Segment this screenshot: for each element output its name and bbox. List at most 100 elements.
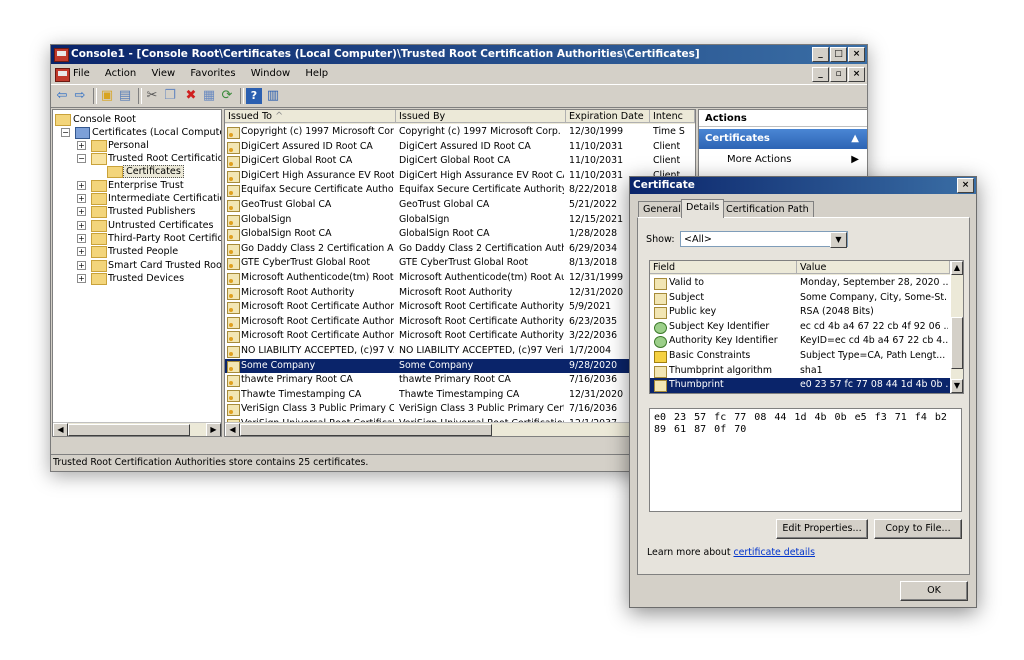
expand-toggle-icon[interactable]: +	[77, 221, 86, 230]
column-intended-purposes[interactable]: Intenc	[650, 110, 695, 123]
table-row[interactable]: thawte Primary Root CA thawte Primary Roo…	[225, 373, 695, 388]
cell-issued-to: Microsoft Root Certificate Authori...	[241, 330, 394, 342]
dialog-titlebar[interactable]: Certificate ×	[630, 177, 976, 194]
tab-certification-path[interactable]: Certification Path	[721, 201, 814, 217]
column-value[interactable]: Value	[797, 261, 950, 274]
more-actions-item[interactable]: More Actions ▶	[699, 152, 867, 168]
help-icon[interactable]: ?	[246, 88, 262, 104]
child-restore-icon[interactable]: ▫	[830, 67, 847, 82]
expand-toggle-icon[interactable]: +	[77, 207, 86, 216]
menu-file[interactable]: File	[73, 68, 90, 79]
column-field[interactable]: Field	[650, 261, 797, 274]
column-expiration-date[interactable]: Expiration Date	[566, 110, 650, 123]
console-title: Console1 - [Console Root\Certificates (L…	[71, 48, 700, 60]
table-row[interactable]: GeoTrust Global CA GeoTrust Global CA 5/21…	[225, 198, 695, 213]
copy-icon[interactable]: ❐	[162, 88, 178, 104]
menu-favorites[interactable]: Favorites	[190, 68, 235, 79]
menu-action[interactable]: Action	[105, 68, 136, 79]
maximize-icon[interactable]: □	[830, 47, 847, 62]
table-row[interactable]: GlobalSign Root CA GlobalSign Root CA 1/28…	[225, 227, 695, 242]
dialog-close-icon[interactable]: ×	[957, 178, 974, 193]
copy-to-file-button[interactable]: Copy to File...	[874, 519, 962, 539]
scroll-thumb[interactable]	[240, 424, 492, 436]
table-row[interactable]: GTE CyberTrust Global Root GTE CyberTrust…	[225, 256, 695, 271]
scroll-left-icon[interactable]: ◀	[225, 423, 240, 436]
properties-icon[interactable]: ▦	[201, 88, 217, 104]
table-row[interactable]: VeriSign Class 3 Public Primary Cer... Ve…	[225, 402, 695, 417]
field-row[interactable]: Authority Key Identifier KeyID=ec cd 4b a…	[650, 334, 950, 349]
refresh-icon[interactable]: ⟳	[219, 88, 235, 104]
field-row[interactable]: Thumbprint e0 23 57 fc 77 08 44 1d 4b 0b …	[650, 378, 950, 393]
scroll-left-icon[interactable]: ◀	[53, 423, 68, 436]
menu-view[interactable]: View	[151, 68, 175, 79]
console-titlebar[interactable]: Console1 - [Console Root\Certificates (L…	[51, 45, 867, 64]
expand-toggle-icon[interactable]: +	[77, 141, 86, 150]
field-list-scrollbar[interactable]: ▲ ▼	[951, 261, 963, 393]
child-minimize-icon[interactable]: _	[812, 67, 829, 82]
field-row[interactable]: Basic Constraints Subject Type=CA, Path L…	[650, 349, 950, 364]
table-row[interactable]: DigiCert High Assurance EV Root CA DigiCe…	[225, 169, 695, 184]
scroll-thumb[interactable]	[68, 424, 190, 436]
scroll-thumb[interactable]	[951, 317, 963, 369]
list-horizontal-scrollbar[interactable]: ◀	[225, 422, 695, 436]
table-row[interactable]: Microsoft Root Certificate Authori... Mic…	[225, 329, 695, 344]
cell-issued-by: GlobalSign	[399, 213, 450, 225]
field-row[interactable]: Subject Key Identifier ec cd 4b a4 67 22 …	[650, 320, 950, 335]
column-issued-to[interactable]: Issued To ^	[225, 110, 396, 123]
dropdown-arrow-icon[interactable]: ▼	[830, 232, 847, 248]
expand-toggle-icon[interactable]: +	[77, 261, 86, 270]
field-row[interactable]: Public key RSA (2048 Bits)	[650, 305, 950, 320]
show-dropdown[interactable]: <All> ▼	[680, 231, 848, 248]
table-row[interactable]: GlobalSign GlobalSign 12/15/2021	[225, 213, 695, 228]
table-row[interactable]: Microsoft Root Certificate Authority Micr…	[225, 300, 695, 315]
console-menu-icon[interactable]	[55, 68, 70, 82]
cut-icon[interactable]: ✂	[144, 88, 160, 104]
scroll-right-icon[interactable]: ▶	[206, 423, 221, 436]
table-row[interactable]: DigiCert Assured ID Root CA DigiCert Assu…	[225, 140, 695, 155]
column-issued-by[interactable]: Issued By	[396, 110, 566, 123]
tab-details[interactable]: Details	[681, 199, 725, 218]
tab-general[interactable]: General	[638, 201, 686, 217]
expand-toggle-icon[interactable]: +	[77, 247, 86, 256]
table-row[interactable]: Some Company Some Company 9/28/2020	[225, 358, 695, 374]
collapse-toggle-icon[interactable]: −	[61, 128, 70, 137]
table-row[interactable]: Copyright (c) 1997 Microsoft Corp. Copyri…	[225, 125, 695, 140]
expand-toggle-icon[interactable]: +	[77, 234, 86, 243]
table-row[interactable]: Microsoft Root Authority Microsoft Root A…	[225, 286, 695, 301]
table-row[interactable]: Equifax Secure Certificate Authority Equi…	[225, 183, 695, 198]
collapse-toggle-icon[interactable]: −	[77, 154, 86, 163]
field-row[interactable]: Thumbprint algorithm sha1	[650, 364, 950, 379]
delete-icon[interactable]: ✖	[183, 88, 199, 104]
edit-properties-button[interactable]: Edit Properties...	[776, 519, 868, 539]
table-row[interactable]: Go Daddy Class 2 Certification Au... Go D…	[225, 242, 695, 257]
scroll-up-icon[interactable]: ▲	[951, 261, 963, 275]
collapse-up-icon[interactable]: ▲	[851, 129, 859, 149]
back-arrow-icon[interactable]: ⇦	[54, 88, 70, 104]
actions-section-certificates[interactable]: Certificates ▲	[699, 129, 867, 149]
scroll-down-icon[interactable]: ▼	[951, 379, 963, 393]
expand-toggle-icon[interactable]: +	[77, 194, 86, 203]
table-row[interactable]: Microsoft Authenticode(tm) Root ... Micro…	[225, 271, 695, 286]
expand-toggle-icon[interactable]: +	[77, 181, 86, 190]
table-row[interactable]: NO LIABILITY ACCEPTED, (c)97 V... NO LIAB…	[225, 344, 695, 359]
close-icon[interactable]: ×	[848, 47, 865, 62]
menu-window[interactable]: Window	[251, 68, 290, 79]
table-row[interactable]: DigiCert Global Root CA DigiCert Global R…	[225, 154, 695, 169]
show-hide-tree-icon[interactable]: ▤	[117, 88, 133, 104]
minimize-icon[interactable]: _	[812, 47, 829, 62]
field-value-box[interactable]: e0 23 57 fc 77 08 44 1d 4b 0b e5 f3 71 f…	[649, 408, 962, 512]
forward-arrow-icon[interactable]: ⇨	[72, 88, 88, 104]
child-close-icon[interactable]: ×	[848, 67, 865, 82]
table-row[interactable]: Microsoft Root Certificate Authori... Mic…	[225, 315, 695, 330]
ok-button[interactable]: OK	[900, 581, 968, 601]
table-row[interactable]: Thawte Timestamping CA Thawte Timestampin…	[225, 388, 695, 403]
expand-toggle-icon[interactable]: +	[77, 274, 86, 283]
cell-issued-to: GlobalSign	[241, 213, 292, 225]
up-folder-icon[interactable]: ▣	[99, 88, 115, 104]
field-row[interactable]: Valid to Monday, September 28, 2020 ...	[650, 276, 950, 291]
show-action-pane-icon[interactable]: ▥	[265, 88, 281, 104]
menu-help[interactable]: Help	[305, 68, 328, 79]
tree-horizontal-scrollbar[interactable]: ◀ ▶	[53, 422, 221, 436]
field-row[interactable]: Subject Some Company, City, Some-St...	[650, 291, 950, 306]
certificate-details-link[interactable]: certificate details	[733, 547, 815, 558]
